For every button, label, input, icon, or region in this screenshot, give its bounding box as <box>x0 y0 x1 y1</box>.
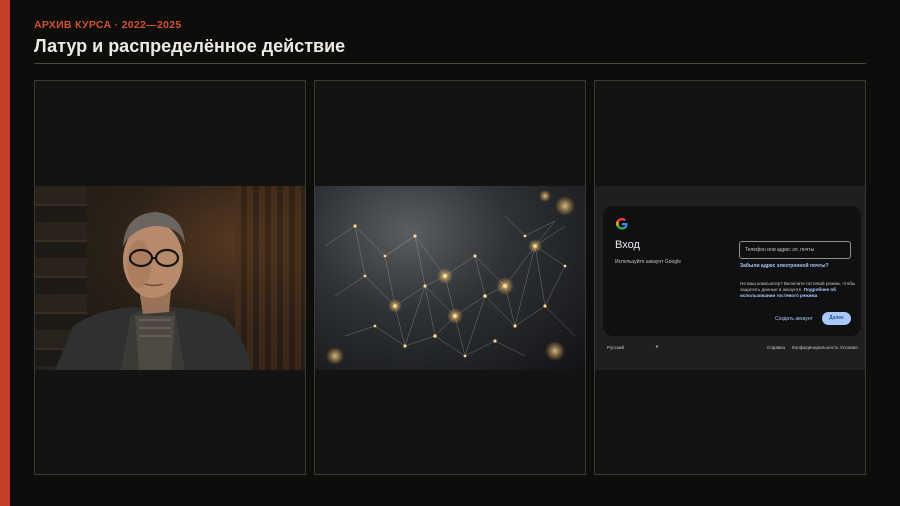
panel-portrait <box>34 80 306 475</box>
signin-subtitle: Используйте аккаунт Google <box>615 259 681 265</box>
signin-screenshot: Вход Используйте аккаунт Google Телефон … <box>595 186 865 370</box>
privacy-link[interactable]: Конфиденциальность <box>792 345 839 350</box>
network-image <box>315 186 585 370</box>
create-account-button[interactable]: Создать аккаунт <box>775 316 813 322</box>
guest-mode-note: Не ваш компьютер? Включите гостевой режи… <box>740 281 856 298</box>
forgot-email-link[interactable]: Забыли адрес электронной почты? <box>740 263 829 269</box>
title-divider <box>34 63 866 64</box>
chevron-down-icon: ▼ <box>655 344 659 349</box>
terms-link[interactable]: Условия <box>840 345 858 350</box>
google-logo-icon <box>616 217 628 230</box>
help-link[interactable]: Справка <box>767 345 785 350</box>
panel-signin: Вход Используйте аккаунт Google Телефон … <box>594 80 866 475</box>
email-field[interactable]: Телефон или адрес эл. почты <box>739 241 851 259</box>
panel-network <box>314 80 586 475</box>
signin-footer: Русский ▼ Справка Конфиденциальность Усл… <box>595 341 865 357</box>
next-button[interactable]: Далее <box>822 312 851 325</box>
signin-card: Вход Используйте аккаунт Google Телефон … <box>603 206 861 336</box>
accent-bar <box>0 0 10 506</box>
portrait-image <box>35 186 305 370</box>
signin-heading: Вход <box>615 239 640 251</box>
language-select[interactable]: Русский <box>607 345 624 350</box>
course-kicker: АРХИВ КУРСА · 2022—2025 <box>34 19 182 31</box>
page-title: Латур и распределённое действие <box>34 36 346 56</box>
